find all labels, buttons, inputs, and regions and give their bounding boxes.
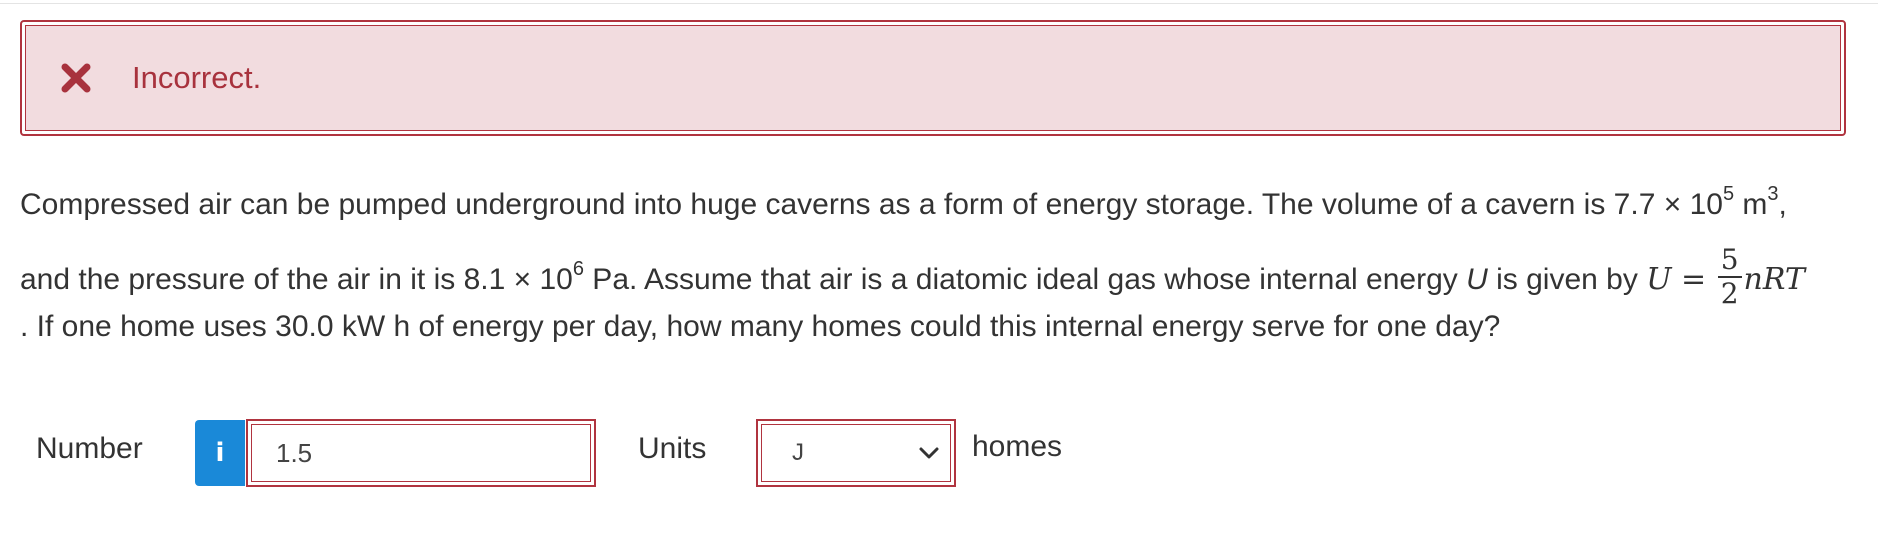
units-label: Units — [638, 432, 707, 465]
feedback-banner-inner: Incorrect. — [25, 25, 1841, 131]
units-suffix: homes — [972, 430, 1063, 463]
question-line-1-end: , — [1778, 188, 1787, 221]
formula-equals: = — [1671, 261, 1716, 297]
formula-lhs: U — [1646, 261, 1672, 297]
info-icon: i — [215, 438, 225, 468]
question-line-1: Compressed air can be pumped underground… — [20, 184, 1787, 222]
fraction-denominator: 2 — [1720, 277, 1739, 310]
feedback-status-text: Incorrect. — [132, 60, 262, 95]
info-button[interactable]: i — [195, 420, 245, 486]
volume-unit-exponent: 3 — [1767, 183, 1779, 205]
units-select[interactable]: J — [761, 424, 951, 482]
question-line-2-end: is given by — [1487, 262, 1647, 296]
pressure-exponent: 6 — [572, 257, 584, 280]
number-label: Number — [36, 432, 143, 465]
question-line-2: and the pressure of the air in it is 8.1… — [20, 244, 1805, 314]
top-divider — [0, 0, 1878, 4]
close-icon — [60, 62, 92, 94]
chevron-down-icon — [918, 445, 940, 461]
question-line-2-middle: Pa. Assume that air is a diatomic ideal … — [583, 262, 1467, 296]
energy-variable: U — [1466, 262, 1488, 296]
number-input[interactable] — [251, 424, 591, 482]
volume-unit: m — [1734, 188, 1768, 221]
fraction-numerator: 5 — [1717, 244, 1742, 278]
units-selected-value: J — [792, 439, 804, 466]
number-input-wrapper — [246, 419, 596, 487]
feedback-banner: Incorrect. — [20, 20, 1846, 136]
question-line-1-text: Compressed air can be pumped underground… — [20, 188, 1723, 221]
volume-exponent: 5 — [1722, 183, 1735, 205]
question-line-3: . If one home uses 30.0 kW h of energy p… — [20, 310, 1501, 343]
question-line-2-text: and the pressure of the air in it is 8.1… — [20, 262, 573, 296]
formula-fraction: 52 — [1717, 244, 1742, 310]
formula-rhs: nRT — [1743, 261, 1805, 297]
units-select-wrapper: J — [756, 419, 956, 487]
